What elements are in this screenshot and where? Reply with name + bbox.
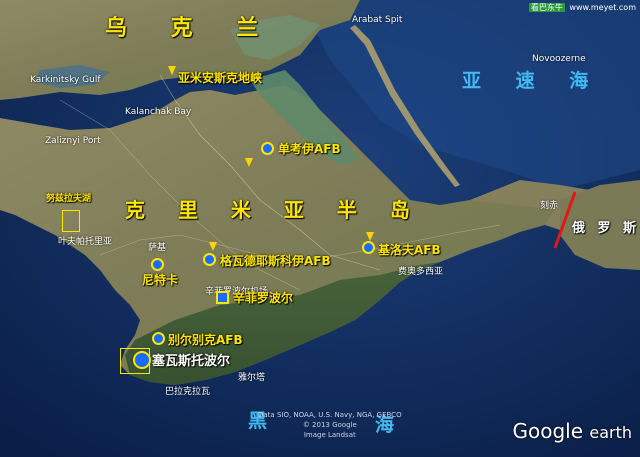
google-earth-logo: Google earth bbox=[512, 419, 632, 443]
logo-product: earth bbox=[589, 423, 632, 442]
watermark: 看巴东牛 www.meyet.com bbox=[528, 2, 636, 13]
label-zaliznyi: Zaliznyi Port bbox=[45, 136, 101, 146]
pin-kirovske bbox=[366, 232, 374, 241]
label-feodosiya: 费奥多西亚 bbox=[398, 267, 444, 277]
label-sevastopol: 塞瓦斯托波尔 bbox=[152, 354, 231, 369]
label-belbek: 别尔别克AFB bbox=[168, 333, 243, 347]
credits-line1: Data SIO, NOAA, U.S. Navy, NGA, GEBCO bbox=[258, 411, 402, 419]
label-donuzlav: 努兹拉夫湖 bbox=[46, 194, 92, 204]
label-novoozerne: Novoozerne bbox=[532, 54, 586, 64]
label-kirovske: 基洛夫AFB bbox=[378, 243, 441, 257]
label-azov-sea: 亚 速 海 bbox=[462, 70, 603, 92]
credits-line2: © 2013 Google bbox=[302, 421, 357, 429]
watermark-site: www.meyet.com bbox=[569, 3, 636, 12]
label-simferopol: 辛菲罗波尔 bbox=[233, 291, 294, 305]
label-kerch: 刻赤 bbox=[540, 201, 559, 211]
marker-belbek[interactable] bbox=[152, 332, 165, 345]
marker-simferopol[interactable] bbox=[216, 291, 229, 304]
label-karkinitsky: Karkinitsky Gulf bbox=[30, 75, 101, 85]
marker-sevastopol[interactable] bbox=[133, 351, 151, 369]
watermark-badge: 看巴东牛 bbox=[528, 3, 565, 12]
label-gvardeyskoye: 格瓦德耶斯科伊AFB bbox=[220, 254, 331, 268]
credits-line3: Image Landsat bbox=[303, 431, 356, 439]
marker-dzhankoy[interactable] bbox=[261, 142, 274, 155]
pin-dzhankoy bbox=[245, 158, 253, 167]
marker-gvardeyskoye[interactable] bbox=[203, 253, 216, 266]
map-view[interactable]: 看巴东牛 www.meyet.com 乌 克 兰 亚 速 海 克 里 米 亚 半… bbox=[0, 0, 640, 457]
map-credits: Data SIO, NOAA, U.S. Navy, NGA, GEBCO © … bbox=[258, 410, 402, 440]
label-arabat: Arabat Spit bbox=[352, 15, 403, 25]
label-yevpatoriya: 叶夫帕托里亚 bbox=[58, 237, 113, 247]
donuzlav-box bbox=[62, 210, 80, 232]
label-ukraine: 乌 克 兰 bbox=[105, 16, 277, 41]
label-yalta: 雅尔塔 bbox=[238, 373, 266, 383]
label-saki-airbase: 萨基 bbox=[148, 243, 167, 253]
marker-kirovske[interactable] bbox=[362, 241, 375, 254]
map-base bbox=[0, 0, 640, 457]
label-dzhankoy: 单考伊AFB bbox=[278, 142, 341, 156]
logo-brand: Google bbox=[512, 419, 583, 443]
label-kalanchak: Kalanchak Bay bbox=[125, 107, 192, 117]
label-balaklava: 巴拉克拉瓦 bbox=[165, 387, 211, 397]
pin-perekop bbox=[168, 66, 176, 75]
marker-saky[interactable] bbox=[151, 258, 164, 271]
pin-gvardeyskoye bbox=[209, 242, 217, 251]
label-crimea: 克 里 米 亚 半 岛 bbox=[125, 198, 423, 222]
label-russia: 俄 罗 斯 bbox=[572, 221, 640, 236]
label-perekop: 亚米安斯克地峡 bbox=[178, 71, 263, 85]
label-saky: 尼特卡 bbox=[142, 273, 179, 287]
